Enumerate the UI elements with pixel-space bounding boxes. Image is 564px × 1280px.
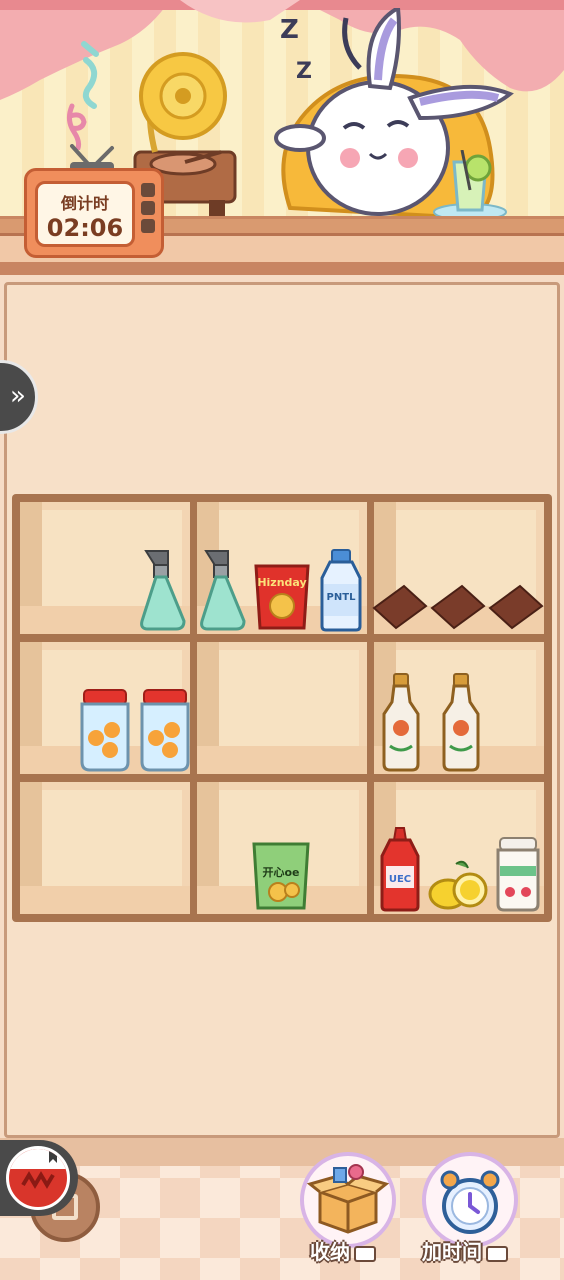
video-ad-icon (354, 1245, 376, 1262)
box-icon (306, 1164, 390, 1234)
sauce-bottle-item[interactable] (380, 672, 422, 772)
store-tool-label: 收纳 (310, 1240, 350, 1264)
spray-bottle-item[interactable] (138, 545, 188, 631)
avatar-button[interactable] (0, 1140, 78, 1216)
spray-bottle-item[interactable] (198, 545, 248, 631)
shelf-cell-2-2[interactable] (197, 642, 367, 774)
shelf-cell-3-1[interactable] (20, 782, 190, 914)
ketchup-bottle-item[interactable]: UEC (378, 826, 422, 912)
chips-brand-label: Hiznday (257, 576, 306, 589)
chevron-right-icon: » (10, 381, 26, 411)
add-time-tool-label: 加时间 (422, 1240, 482, 1264)
snack-brand-label: 开心oe (262, 866, 299, 879)
tool-ring (300, 1152, 396, 1248)
milk-brand-label: PNTL (327, 592, 357, 603)
lemons-item[interactable] (428, 858, 490, 912)
store-tool-button[interactable]: 收纳 (300, 1152, 396, 1264)
tv-knobs (141, 183, 155, 241)
avatar-icon (6, 1146, 70, 1210)
ketchup-brand-label: UEC (389, 874, 411, 885)
video-ad-icon (486, 1245, 508, 1262)
lemonade-glass (433, 150, 507, 221)
alarm-clock-icon (440, 1170, 500, 1234)
countdown-tv: 倒计时 02:06 (24, 168, 164, 258)
countdown-timer: 02:06 (46, 214, 124, 242)
svg-text:Z: Z (296, 59, 312, 84)
bunny-scene: Z Z 倒计时 02:06 (0, 0, 564, 275)
add-time-tool-button[interactable]: 加时间 (422, 1152, 518, 1264)
chips-bag-green-item[interactable]: 开心oe (250, 840, 312, 912)
orange-jam-jar-item[interactable] (138, 686, 192, 772)
svg-text:Z: Z (280, 15, 299, 45)
music-note-icon (66, 41, 99, 150)
chips-bag-red-item[interactable]: Hiznday (252, 562, 312, 632)
medicine-jar-item[interactable] (496, 836, 540, 912)
orange-jam-jar-item[interactable] (78, 686, 132, 772)
milk-bottle-item[interactable]: PNTL (318, 548, 364, 632)
counter-lip (0, 262, 564, 275)
tv-screen: 倒计时 02:06 (35, 181, 135, 247)
chocolate-bars-item[interactable] (370, 580, 548, 632)
countdown-label: 倒计时 (60, 194, 109, 213)
sauce-bottle-item[interactable] (440, 672, 482, 772)
tool-ring (422, 1152, 518, 1248)
